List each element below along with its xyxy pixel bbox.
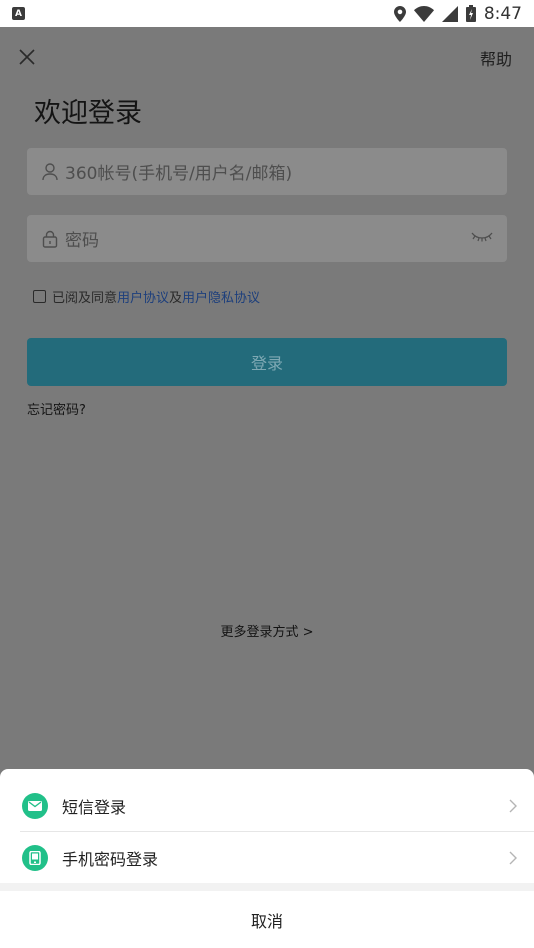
phone-icon <box>22 845 48 871</box>
user-icon <box>41 162 59 181</box>
phone-password-login-label: 手机密码登录 <box>62 850 159 869</box>
password-placeholder: 密码 <box>65 231 99 251</box>
chevron-right-icon <box>509 799 517 813</box>
battery-icon <box>465 5 476 22</box>
agreement-conj: 及 <box>169 291 183 306</box>
cancel-button[interactable]: 取消 <box>0 891 534 948</box>
lock-icon <box>41 230 59 248</box>
phone-password-login-option[interactable]: 手机密码登录 <box>0 832 534 884</box>
more-login-options-link[interactable]: 更多登录方式 > <box>0 621 534 640</box>
privacy-agreement-link[interactable]: 用户隐私协议 <box>182 287 260 306</box>
forgot-password-link[interactable]: 忘记密码? <box>27 399 86 418</box>
close-icon[interactable] <box>18 48 36 66</box>
agreement-prefix: 已阅及同意 <box>52 291 118 306</box>
login-options-sheet: 短信登录 手机密码登录 取消 <box>0 769 534 948</box>
sms-login-label: 短信登录 <box>62 798 127 817</box>
chevron-right-icon <box>509 851 517 865</box>
envelope-icon <box>22 793 48 819</box>
help-link[interactable]: 帮助 <box>480 46 512 70</box>
account-placeholder: 360帐号(手机号/用户名/邮箱) <box>65 164 293 184</box>
status-time: 8:47 <box>483 3 522 24</box>
status-bar: A 8:47 <box>0 0 534 27</box>
agreement-row: 已阅及同意 用户协议 及 用户隐私协议 <box>33 287 260 306</box>
notification-a-icon: A <box>12 7 25 20</box>
password-input[interactable]: 密码 <box>27 215 507 262</box>
agreement-checkbox[interactable] <box>33 290 46 303</box>
user-agreement-link[interactable]: 用户协议 <box>117 287 169 306</box>
login-button[interactable]: 登录 <box>27 338 507 386</box>
eye-closed-icon[interactable] <box>471 231 493 243</box>
location-icon <box>393 5 406 22</box>
page-title: 欢迎登录 <box>34 98 142 129</box>
wifi-icon <box>413 5 434 22</box>
signal-icon <box>441 5 458 22</box>
account-input[interactable]: 360帐号(手机号/用户名/邮箱) <box>27 148 507 195</box>
sheet-separator <box>0 883 534 891</box>
sms-login-option[interactable]: 短信登录 <box>0 780 534 832</box>
